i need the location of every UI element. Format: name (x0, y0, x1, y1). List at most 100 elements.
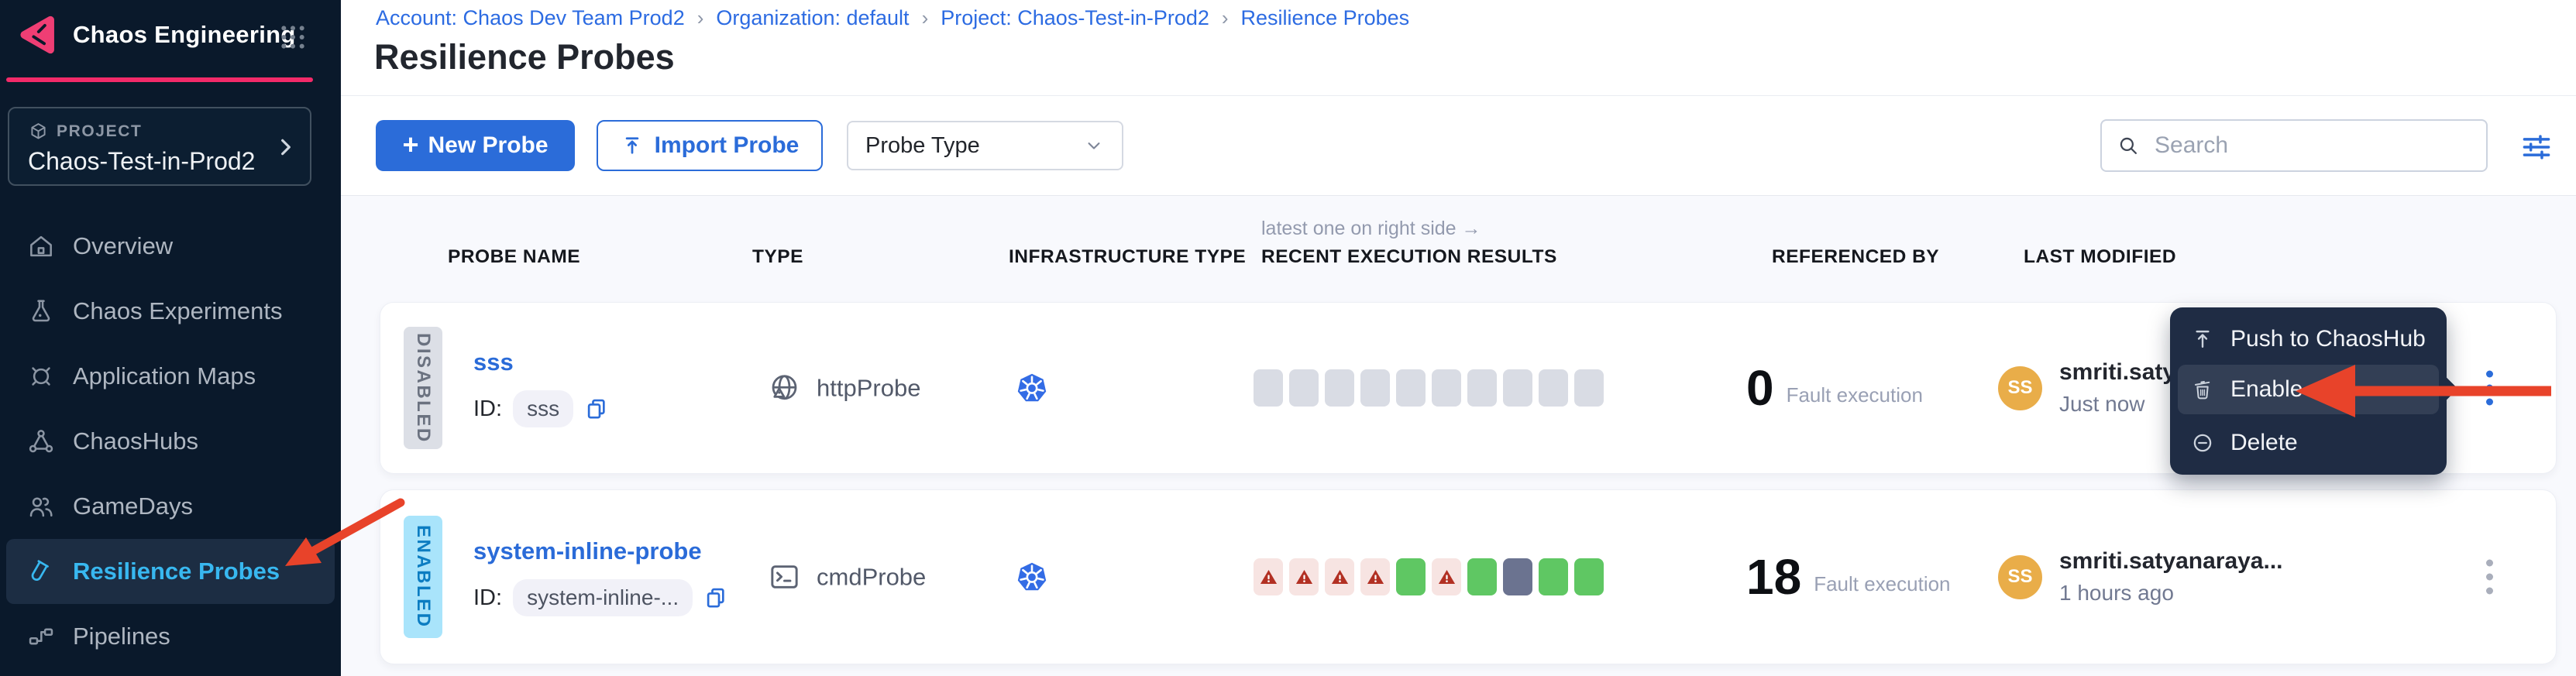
sidebar-item-overview[interactable]: Overview (6, 214, 335, 279)
sidebar-item-chaos-experiments[interactable]: Chaos Experiments (6, 279, 335, 344)
execution-result-empty (1539, 369, 1568, 407)
project-name: Chaos-Test-in-Prod2 (28, 147, 255, 176)
execution-result-na (1503, 558, 1532, 595)
row-context-menu: Push to ChaosHub Enable Delete (2170, 307, 2447, 475)
push-upload-icon (2190, 327, 2215, 352)
sidebar-nav: Overview Chaos Experiments Application M… (0, 214, 341, 669)
column-header-recent-execution-results: RECENT EXECUTION RESULTS (1261, 246, 1557, 268)
row-menu-kebab-icon[interactable] (2481, 366, 2498, 410)
new-probe-button[interactable]: + New Probe (376, 120, 575, 171)
sidebar-item-resilience-probes[interactable]: Resilience Probes (6, 539, 335, 604)
breadcrumb-organization[interactable]: Organization: default (716, 6, 909, 30)
execution-result-empty (1574, 369, 1604, 407)
breadcrumb-project[interactable]: Project: Chaos-Test-in-Prod2 (941, 6, 1209, 30)
cube-icon (28, 121, 49, 142)
row-menu-kebab-icon[interactable] (2481, 555, 2498, 599)
execution-result-fail (1254, 558, 1283, 595)
modified-time: Just now (2059, 392, 2175, 417)
modified-by-user: smriti.satyanaraya... (2059, 548, 2283, 575)
filter-settings-icon[interactable] (2519, 130, 2554, 164)
network-icon (26, 427, 56, 456)
execution-result-fail (1289, 558, 1319, 595)
recent-execution-results (1254, 369, 1604, 407)
cmd-probe-terminal-icon (766, 559, 803, 595)
execution-order-note: latest one on right side → (1261, 218, 1481, 240)
search-box (2100, 119, 2488, 172)
recent-execution-results (1254, 558, 1604, 595)
copy-icon[interactable] (703, 585, 728, 610)
project-selector[interactable]: PROJECT Chaos-Test-in-Prod2 (8, 107, 311, 186)
probe-name-link[interactable]: system-inline-probe (473, 537, 728, 565)
minus-circle-icon (2190, 431, 2215, 455)
execution-result-fail (1325, 558, 1354, 595)
sidebar-item-pipelines[interactable]: Pipelines (6, 604, 335, 669)
referenced-by-count: 0 (1746, 359, 1774, 417)
execution-result-empty (1360, 369, 1390, 407)
breadcrumb-separator: › (922, 6, 929, 30)
people-icon (26, 492, 56, 521)
menu-item-enable[interactable]: Enable (2178, 365, 2439, 414)
import-icon (621, 134, 644, 157)
accent-bar (6, 77, 313, 82)
referenced-by-count: 18 (1746, 548, 1801, 606)
copy-icon[interactable] (584, 396, 609, 421)
brand: Chaos Engineering (15, 12, 296, 57)
breadcrumb-separator: › (697, 6, 704, 30)
chevron-down-icon (1083, 135, 1105, 156)
avatar: SS (1998, 555, 2042, 599)
execution-result-empty (1503, 369, 1532, 407)
pipeline-icon (26, 622, 56, 651)
search-input[interactable] (2153, 132, 2472, 160)
table-row-system-inline-probe: ENABLED system-inline-probe ID: system-i… (380, 489, 2557, 664)
sidebar: Chaos Engineering PROJECT Chaos-Test-in-… (0, 0, 341, 676)
modified-by-user: smriti.saty (2059, 359, 2175, 386)
status-badge: DISABLED (404, 327, 442, 449)
execution-result-empty (1325, 369, 1354, 407)
page-header: Account: Chaos Dev Team Prod2 › Organiza… (341, 0, 2576, 196)
avatar: SS (1998, 366, 2042, 410)
column-header-last-modified: LAST MODIFIED (2024, 246, 2176, 268)
project-label: PROJECT (57, 122, 142, 141)
status-badge: ENABLED (404, 516, 442, 638)
sidebar-item-application-maps[interactable]: Application Maps (6, 344, 335, 409)
breadcrumb-current[interactable]: Resilience Probes (1241, 6, 1410, 30)
sidebar-item-gamedays[interactable]: GameDays (6, 474, 335, 539)
execution-result-empty (1432, 369, 1461, 407)
execution-result-empty (1467, 369, 1497, 407)
probe-type-select[interactable]: Probe Type (847, 121, 1123, 170)
execution-result-empty (1289, 369, 1319, 407)
execution-result-pass (1539, 558, 1568, 595)
chevron-right-icon (273, 135, 297, 160)
http-probe-globe-icon (766, 370, 803, 407)
column-header-referenced-by: REFERENCED BY (1772, 246, 1939, 268)
breadcrumb-separator: › (1222, 6, 1229, 30)
search-icon (2116, 133, 2141, 158)
resilience-probes-page: Chaos Engineering PROJECT Chaos-Test-in-… (0, 0, 2576, 676)
modified-time: 1 hours ago (2059, 581, 2283, 606)
menu-item-delete[interactable]: Delete (2170, 419, 2447, 467)
probe-id: system-inline-... (513, 579, 693, 616)
execution-result-fail (1432, 558, 1461, 595)
sidebar-item-chaoshubs[interactable]: ChaosHubs (6, 409, 335, 474)
plus-icon: + (402, 129, 418, 161)
breadcrumb-account[interactable]: Account: Chaos Dev Team Prod2 (376, 6, 685, 30)
kubernetes-icon (1013, 558, 1051, 595)
column-header-probe-name: PROBE NAME (448, 246, 580, 268)
breadcrumb: Account: Chaos Dev Team Prod2 › Organiza… (376, 6, 1409, 30)
module-grid-icon[interactable] (277, 22, 308, 53)
header-divider (341, 95, 2576, 96)
chaos-engineering-logo-icon (15, 12, 60, 57)
home-icon (26, 232, 56, 261)
menu-item-push-to-chaoshub[interactable]: Push to ChaosHub (2170, 315, 2447, 363)
execution-result-empty (1254, 369, 1283, 407)
column-header-type: TYPE (752, 246, 803, 268)
execution-result-fail (1360, 558, 1390, 595)
import-probe-button[interactable]: Import Probe (597, 120, 823, 171)
brand-label: Chaos Engineering (73, 21, 296, 49)
execution-result-pass (1467, 558, 1497, 595)
probe-id: sss (513, 390, 573, 427)
probe-name-link[interactable]: sss (473, 348, 609, 376)
kubernetes-icon (1013, 369, 1051, 407)
execution-result-pass (1574, 558, 1604, 595)
page-title: Resilience Probes (374, 37, 675, 77)
